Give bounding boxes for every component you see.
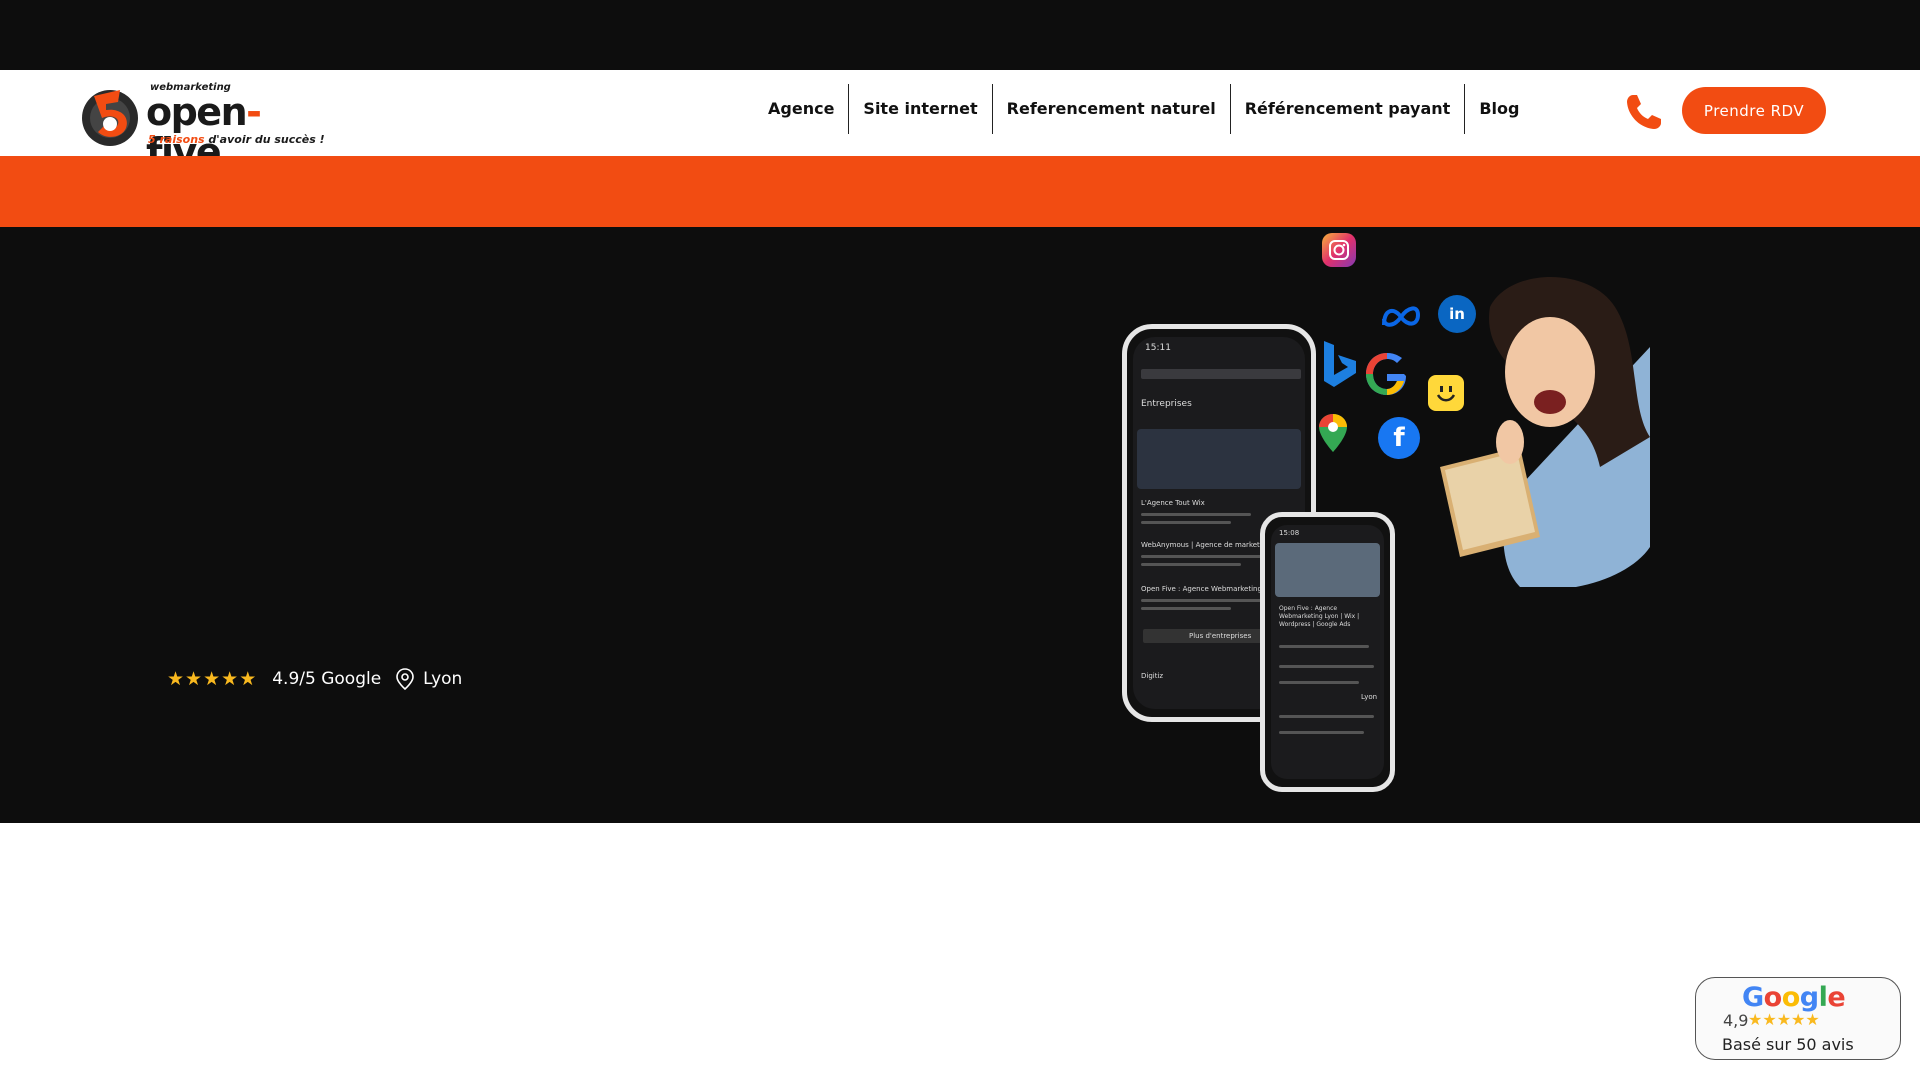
top-black-strip — [0, 0, 1920, 70]
logo-tagline-accent: 5 raisons — [148, 133, 205, 146]
review-stars: ★ ★ ★ ★ ★ — [1748, 1010, 1820, 1029]
phone-b-line — [1279, 715, 1374, 718]
logo-word-open: open — [146, 90, 248, 134]
open-five-logo[interactable]: webmarketing open-five 5 raisons d'avoir… — [80, 80, 325, 172]
phone-a-listing-1: L'Agence Tout Wix — [1141, 499, 1205, 507]
phone-b-line — [1279, 681, 1359, 684]
meta-icon — [1382, 306, 1421, 327]
facebook-icon: f — [1378, 417, 1420, 459]
nav-blog[interactable]: Blog — [1464, 84, 1533, 134]
phone-a-section-title: Entreprises — [1141, 399, 1192, 409]
rating-stars: ★ ★ ★ ★ ★ — [167, 667, 257, 690]
phone-a-footer-label: Digitiz — [1141, 672, 1164, 680]
nav-site-internet[interactable]: Site internet — [848, 84, 991, 134]
star-icon: ★ — [1805, 1010, 1820, 1029]
star-icon: ★ — [1776, 1010, 1792, 1029]
nav-referencement-payant[interactable]: Référencement payant — [1229, 84, 1465, 134]
logo-word-dash: - — [246, 90, 262, 134]
phone-b-screen: 15:08 Open Five : Agence Webmarketing Ly… — [1271, 525, 1384, 779]
phone-a-line — [1141, 513, 1251, 516]
maps-pin-icon — [1319, 414, 1347, 452]
phone-a-tabs-bar — [1141, 369, 1301, 379]
google-logo: Google — [1742, 982, 1846, 1013]
google-rating-text: 4.9/5 Google — [272, 669, 382, 689]
logo-tagline: 5 raisons d'avoir du succès ! — [148, 133, 325, 146]
phone-a-line — [1141, 607, 1231, 610]
phone-a-time: 15:11 — [1145, 343, 1171, 353]
phone-a-map — [1137, 429, 1301, 489]
phone-a-line — [1141, 521, 1231, 524]
phone-mockup-business-profile: 15:08 Open Five : Agence Webmarketing Ly… — [1260, 512, 1395, 792]
star-icon: ★ — [167, 667, 185, 690]
phone-b-photos — [1275, 543, 1380, 597]
phone-b-line — [1279, 665, 1374, 668]
hero-illustration: 15:11 Entreprises L'Agence Tout Wix WebA… — [1110, 227, 1650, 823]
nav-agence[interactable]: Agence — [754, 84, 848, 134]
phone-b-line — [1279, 731, 1364, 734]
star-icon: ★ — [239, 667, 257, 690]
phone-b-time: 15:08 — [1279, 529, 1300, 537]
google-icon — [1366, 353, 1406, 395]
logo-mark-icon — [82, 90, 138, 146]
star-icon: ★ — [203, 667, 221, 690]
site-header: webmarketing open-five 5 raisons d'avoir… — [0, 70, 1920, 172]
hero-rating-row: ★ ★ ★ ★ ★ 4.9/5 Google Lyon — [167, 666, 462, 692]
main-nav: Agence Site internet Referencement natur… — [754, 84, 1533, 134]
phone-a-line — [1141, 563, 1241, 566]
location-pin-icon — [396, 668, 414, 690]
hero-section: ★ ★ ★ ★ ★ 4.9/5 Google Lyon 15:11 Entrep… — [0, 227, 1920, 823]
star-icon: ★ — [1748, 1010, 1763, 1029]
star-icon: ★ — [221, 667, 239, 690]
phone-b-city: Lyon — [1361, 693, 1378, 701]
phone-a-line — [1141, 599, 1261, 602]
phone-icon[interactable] — [1624, 92, 1664, 132]
google-review-badge[interactable]: Google 4,9 ★ ★ ★ ★ ★ Basé sur 50 avis — [1695, 977, 1901, 1060]
phone-b-line — [1279, 645, 1369, 648]
phone-a-line — [1141, 555, 1261, 558]
orange-banner — [0, 156, 1920, 227]
star-icon: ★ — [1762, 1010, 1777, 1029]
bing-icon — [1324, 341, 1356, 387]
smiley-icon — [1428, 375, 1464, 411]
linkedin-icon: in — [1438, 295, 1476, 333]
star-icon: ★ — [1791, 1010, 1806, 1029]
nav-referencement-naturel[interactable]: Referencement naturel — [991, 84, 1230, 134]
review-count: Basé sur 50 avis — [1722, 1035, 1854, 1054]
phone-a-more-label: Plus d'entreprises — [1189, 632, 1252, 640]
prendre-rdv-button[interactable]: Prendre RDV — [1682, 87, 1826, 134]
review-score: 4,9 — [1723, 1011, 1749, 1030]
logo-tagline-rest: d'avoir du succès ! — [204, 133, 325, 146]
phone-b-title: Open Five : Agence Webmarketing Lyon | W… — [1279, 605, 1360, 628]
star-icon: ★ — [185, 667, 203, 690]
location-text: Lyon — [423, 669, 463, 689]
instagram-icon — [1322, 233, 1356, 267]
